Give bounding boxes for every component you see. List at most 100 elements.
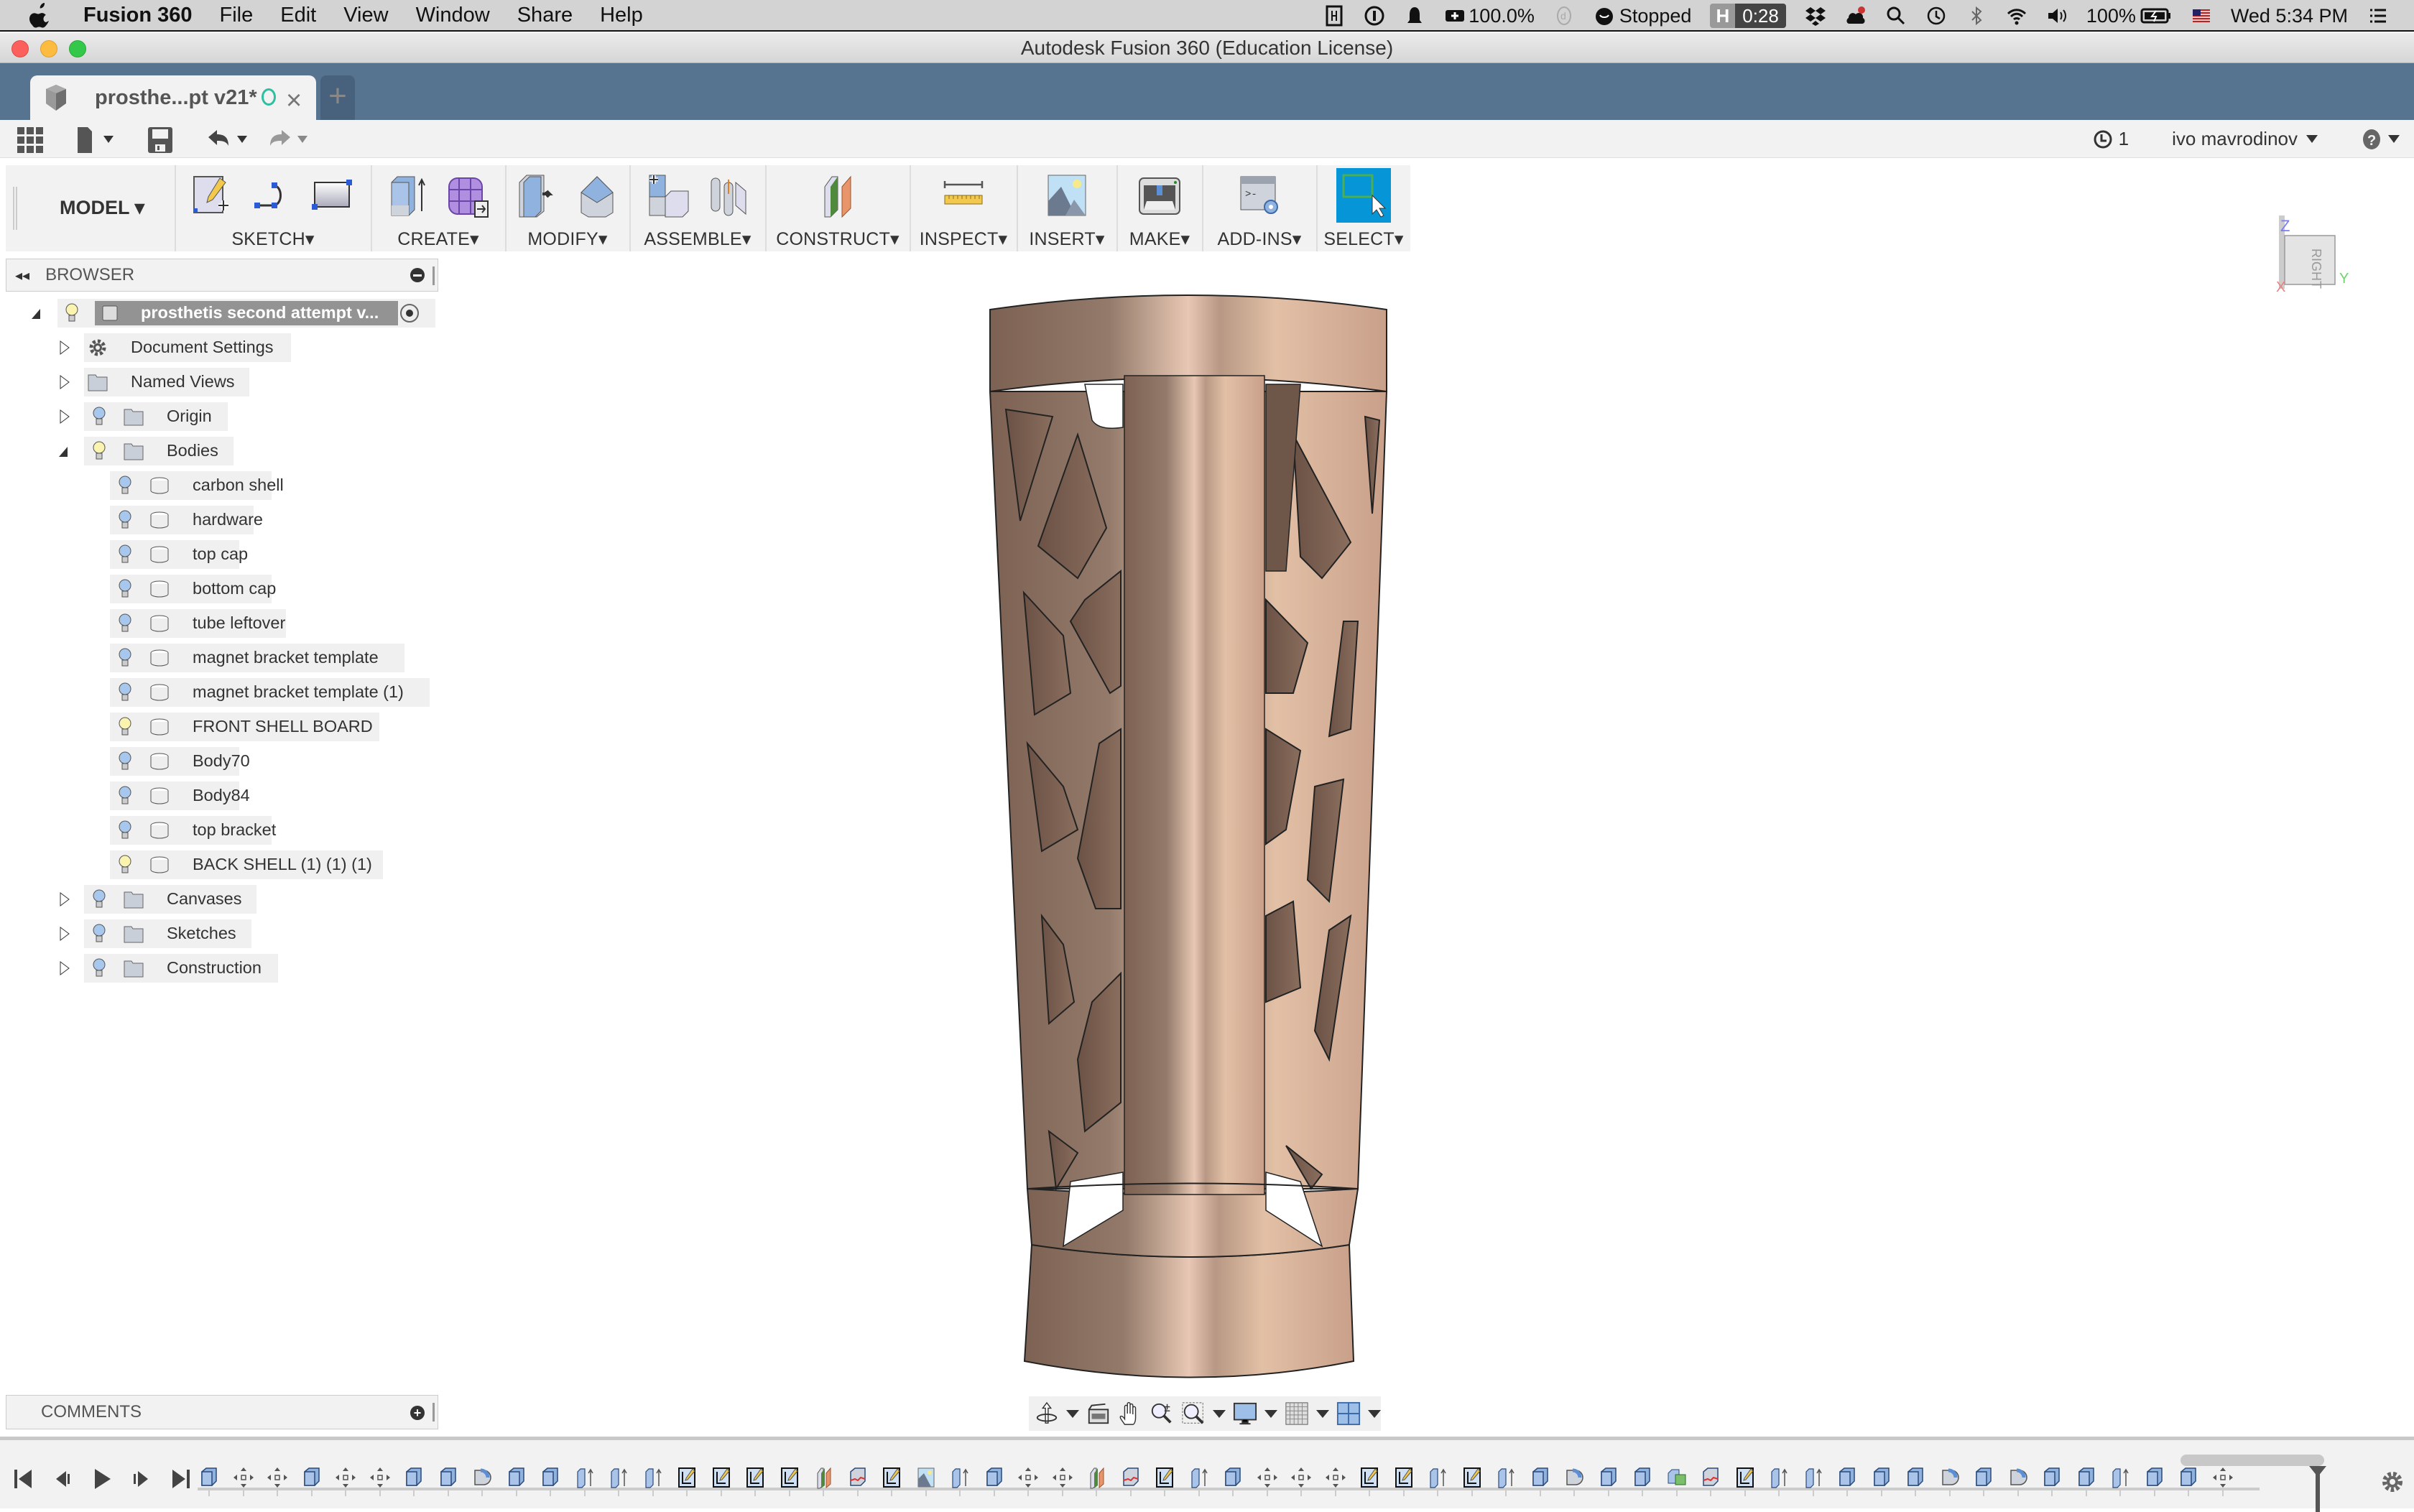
press-pull-icon[interactable] [515,172,561,218]
grid-dropdown-icon[interactable] [1316,1409,1329,1418]
timeline-feature-sketch[interactable] [1392,1466,1415,1489]
zoom-dropdown-icon[interactable] [1213,1409,1226,1418]
data-panel-grid-icon[interactable] [17,127,43,153]
timeline-feature-extrude[interactable] [1631,1466,1654,1489]
make-menu[interactable]: MAKE▾ [1118,228,1201,250]
timeline-feature-sketch[interactable] [778,1466,801,1489]
collapsed-arrow-icon[interactable] [59,960,70,976]
insert-canvas-icon[interactable] [1044,172,1090,218]
timeline-feature-extrude[interactable] [1836,1466,1859,1489]
viewports-dropdown-icon[interactable] [1368,1409,1381,1418]
timeline-feature-extrude[interactable] [402,1466,425,1489]
timeline-feature-sketch[interactable] [1734,1466,1757,1489]
timeline-feature-press-pull[interactable] [607,1466,630,1489]
timeline-feature-combine[interactable] [1665,1466,1688,1489]
dropbox-icon[interactable] [1805,5,1826,27]
create-menu[interactable]: CREATE▾ [372,228,504,250]
timeline-feature-revolve[interactable] [471,1466,494,1489]
extrude-icon[interactable] [386,172,432,218]
step-back-icon[interactable] [52,1467,75,1491]
timeline-feature-sketch[interactable] [1461,1466,1484,1489]
orbit-dropdown-icon[interactable] [1066,1409,1079,1418]
modify-menu[interactable]: MODIFY▾ [507,228,629,250]
timeline-feature-extrude[interactable] [2143,1466,2166,1489]
timeline-feature-move[interactable] [1324,1466,1347,1489]
timeline-feature-split[interactable] [846,1466,869,1489]
collapse-browser-icon[interactable]: ◂◂ [15,266,29,284]
timeline-feature-extrude[interactable] [2075,1466,2098,1489]
timeline-feature-extrude[interactable] [437,1466,460,1489]
timeline-feature-move[interactable] [1051,1466,1074,1489]
job-status[interactable]: 1 [2093,128,2129,150]
save-icon[interactable] [148,127,172,153]
menu-window[interactable]: Window [416,4,490,27]
measure-icon[interactable] [940,172,986,218]
go-to-end-icon[interactable] [168,1467,191,1491]
timeline-feature-press-pull[interactable] [1188,1466,1211,1489]
construct-menu[interactable]: CONSTRUCT▾ [767,228,909,250]
wifi-icon[interactable] [2006,5,2027,27]
timeline-feature-revolve[interactable] [1938,1466,1961,1489]
create-sketch-icon[interactable] [191,172,237,218]
offset-plane-icon[interactable] [815,172,861,218]
timeline-feature-sketch[interactable] [710,1466,733,1489]
visibility-bulb-icon[interactable] [92,889,106,910]
timeline-feature-press-pull[interactable] [1494,1466,1517,1489]
workspace-switcher[interactable]: MODEL ▾ [60,197,144,219]
viewcube[interactable]: RIGHT Z Y X [2276,213,2361,292]
menu-view[interactable]: View [343,4,388,27]
timeline-feature-extrude[interactable] [539,1466,562,1489]
window-close-button[interactable] [11,40,29,57]
visibility-bulb-icon[interactable] [118,785,132,807]
time-machine-icon[interactable] [1925,5,1947,27]
expanded-arrow-icon[interactable] [30,306,42,322]
timeline-feature-move[interactable] [369,1466,392,1489]
step-forward-icon[interactable] [129,1467,152,1491]
timeline-feature-extrude[interactable] [1904,1466,1927,1489]
1password-icon[interactable] [1364,5,1385,27]
timeline-feature-revolve[interactable] [1563,1466,1586,1489]
visibility-bulb-icon[interactable] [92,957,106,979]
browser-root-node[interactable]: prosthetis second attempt v... [0,299,445,328]
collapsed-arrow-icon[interactable] [59,409,70,425]
timeline-feature-extrude[interactable] [983,1466,1006,1489]
collapsed-arrow-icon[interactable] [59,891,70,907]
timeline-feature-canvas[interactable] [915,1466,938,1489]
timeline-feature-move[interactable] [2211,1466,2234,1489]
display-settings-icon[interactable] [1233,1401,1257,1427]
creative-cloud-icon[interactable] [1845,5,1867,27]
timeline-feature-split[interactable] [1119,1466,1142,1489]
timeline-settings-gear-icon[interactable] [2381,1470,2404,1493]
insert-menu[interactable]: INSERT▾ [1018,228,1116,250]
battery-app-status[interactable]: 100.0% [1444,5,1535,27]
timeline-feature-sketch[interactable] [1358,1466,1381,1489]
browser-resize-grip[interactable] [433,266,435,285]
visibility-bulb-icon[interactable] [92,440,106,462]
assemble-menu[interactable]: ASSEMBLE▾ [631,228,764,250]
new-component-icon[interactable] [645,172,691,218]
notification-bell-icon[interactable] [1404,5,1425,27]
battery-status[interactable]: 100% [2086,5,2172,27]
visibility-bulb-icon[interactable] [118,716,132,738]
visibility-bulb-icon[interactable] [118,682,132,703]
help-menu[interactable]: ? [2361,129,2400,150]
dashlane-icon[interactable]: d [1553,5,1575,27]
bluetooth-icon[interactable] [1966,5,1987,27]
menu-file[interactable]: File [220,4,254,27]
timeline-feature-move[interactable] [334,1466,357,1489]
play-icon[interactable] [91,1467,114,1491]
sketch-rectangle-icon[interactable] [309,172,355,218]
visibility-bulb-icon[interactable] [118,578,132,600]
timeline-feature-press-pull[interactable] [1802,1466,1825,1489]
visibility-bulb-icon[interactable] [92,406,106,427]
expand-comments-icon[interactable]: + [410,1406,425,1420]
sketch-arc-line-icon[interactable] [250,172,296,218]
display-dropdown-icon[interactable] [1264,1409,1277,1418]
collapsed-arrow-icon[interactable] [59,340,70,356]
visibility-bulb-icon[interactable] [118,475,132,496]
visibility-bulb-icon[interactable] [118,820,132,841]
browser-minimize-icon[interactable] [410,268,425,282]
go-to-start-icon[interactable] [13,1467,36,1491]
pan-hand-icon[interactable] [1118,1401,1142,1427]
timeline-feature-extrude[interactable] [1529,1466,1552,1489]
